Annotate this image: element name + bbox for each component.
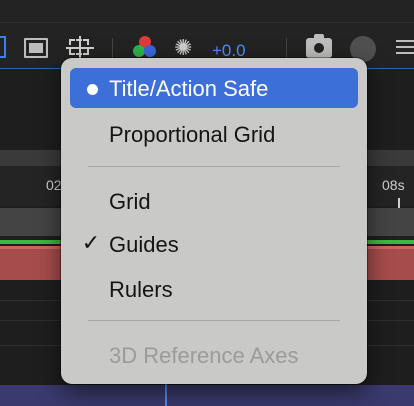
menu-item-proportional-grid[interactable]: Proportional Grid bbox=[70, 114, 358, 154]
panel-menu-icon[interactable] bbox=[396, 40, 414, 56]
camera-icon[interactable] bbox=[306, 34, 332, 58]
menu-item-rulers[interactable]: Rulers bbox=[70, 269, 358, 309]
layer-bar[interactable] bbox=[0, 385, 414, 406]
grid-toggle-icon[interactable] bbox=[0, 36, 6, 58]
ruler-label: 02 bbox=[46, 177, 62, 193]
menu-item-label: 3D Reference Axes bbox=[109, 343, 299, 368]
aperture-icon[interactable]: ✺ bbox=[174, 37, 192, 59]
menu-item-label: Guides bbox=[109, 232, 179, 257]
rgb-channels-icon[interactable] bbox=[133, 36, 157, 60]
ruler-label: 08s bbox=[382, 177, 405, 193]
menu-item-label: Title/Action Safe bbox=[109, 76, 269, 101]
menu-item-label: Proportional Grid bbox=[109, 122, 276, 147]
menu-item-guides[interactable]: ✓ Guides bbox=[70, 224, 358, 264]
toolbar-separator bbox=[286, 38, 287, 60]
menu-item-label: Grid bbox=[109, 189, 151, 214]
toolbar-separator bbox=[112, 38, 113, 60]
menu-item-title-action-safe[interactable]: Title/Action Safe bbox=[70, 68, 358, 108]
viewer-options-menu: Title/Action Safe Proportional Grid Grid… bbox=[61, 58, 367, 384]
menu-separator bbox=[88, 320, 340, 321]
radio-dot-icon bbox=[87, 84, 98, 95]
safe-margins-icon[interactable] bbox=[24, 38, 48, 58]
menu-item-3d-reference-axes: 3D Reference Axes bbox=[70, 335, 358, 375]
checkmark-icon: ✓ bbox=[81, 231, 101, 256]
toolbar-divider bbox=[0, 22, 414, 23]
menu-separator bbox=[88, 166, 340, 167]
menu-item-grid[interactable]: Grid bbox=[70, 181, 358, 221]
menu-item-label: Rulers bbox=[109, 277, 173, 302]
grid-guides-icon[interactable] bbox=[66, 36, 94, 60]
